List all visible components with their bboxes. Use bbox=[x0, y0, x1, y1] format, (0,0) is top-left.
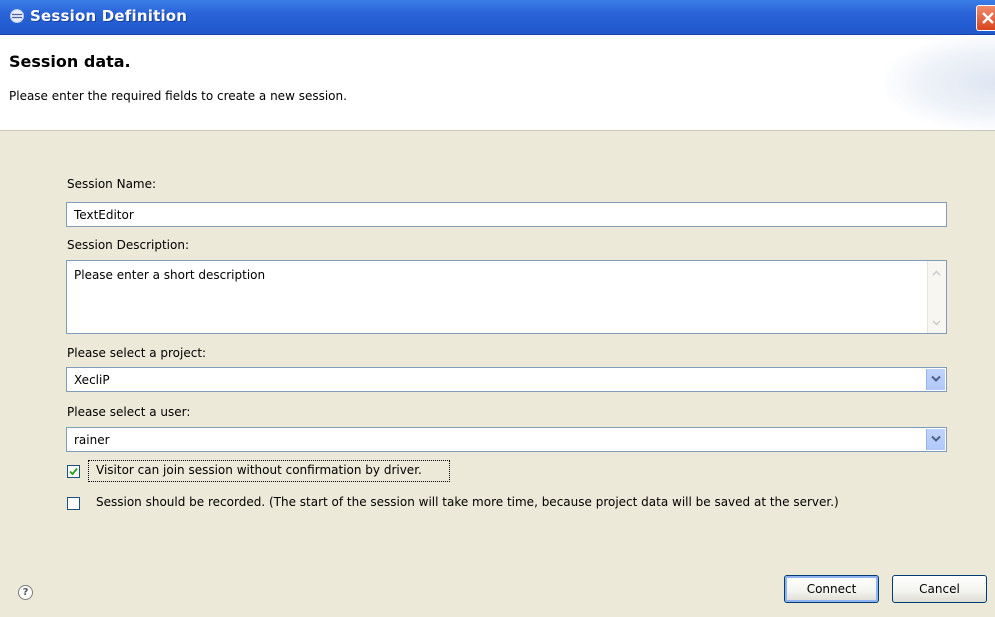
user-select[interactable]: rainer bbox=[66, 427, 947, 452]
chevron-down-icon bbox=[931, 435, 941, 442]
record-session-checkbox[interactable] bbox=[67, 497, 80, 510]
project-select[interactable]: XecliP bbox=[66, 367, 947, 392]
title-bar[interactable]: Session Definition bbox=[0, 0, 995, 35]
user-dropdown-button[interactable] bbox=[926, 429, 945, 450]
chevron-down-icon bbox=[931, 375, 941, 382]
page-title: Session data. bbox=[9, 52, 131, 71]
scroll-down-icon[interactable] bbox=[931, 317, 942, 328]
session-description-value: Please enter a short description bbox=[74, 268, 266, 282]
checkmark-icon bbox=[69, 467, 78, 476]
record-session-label[interactable]: Session should be recorded. (The start o… bbox=[96, 495, 839, 509]
textarea-scrollbar[interactable] bbox=[927, 261, 946, 333]
visitor-join-checkbox[interactable] bbox=[67, 465, 80, 478]
close-button[interactable] bbox=[976, 5, 995, 31]
close-icon bbox=[982, 12, 994, 24]
user-label: Please select a user: bbox=[67, 405, 191, 419]
eclipse-icon bbox=[10, 9, 24, 23]
window-title: Session Definition bbox=[30, 7, 188, 25]
header-banner: Session data. Please enter the required … bbox=[0, 35, 995, 131]
page-subtitle: Please enter the required fields to crea… bbox=[9, 89, 347, 103]
session-name-label: Session Name: bbox=[67, 177, 157, 191]
session-description-textarea[interactable]: Please enter a short description bbox=[66, 260, 947, 334]
scroll-up-icon[interactable] bbox=[931, 268, 942, 279]
visitor-join-label[interactable]: Visitor can join session without confirm… bbox=[96, 463, 422, 477]
session-description-label: Session Description: bbox=[67, 238, 189, 252]
project-value: XecliP bbox=[74, 373, 110, 387]
project-label: Please select a project: bbox=[67, 346, 207, 360]
user-value: rainer bbox=[74, 433, 110, 447]
banner-decoration bbox=[885, 35, 995, 130]
session-name-value: TextEditor bbox=[74, 208, 134, 222]
help-icon[interactable]: ? bbox=[18, 585, 33, 600]
session-name-input[interactable]: TextEditor bbox=[66, 202, 947, 227]
project-dropdown-button[interactable] bbox=[926, 369, 945, 390]
cancel-button[interactable]: Cancel bbox=[892, 575, 987, 603]
connect-button[interactable]: Connect bbox=[784, 575, 879, 603]
